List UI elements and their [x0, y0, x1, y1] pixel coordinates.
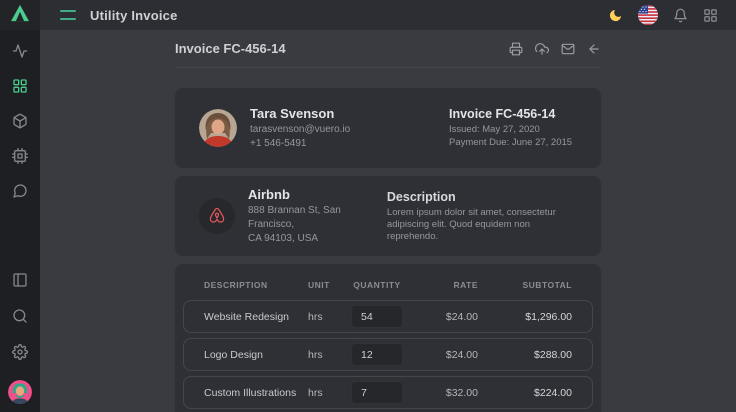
activity-icon[interactable]	[12, 43, 28, 59]
customer-email: tarasvenson@vuero.io	[250, 123, 350, 137]
customer-card: Tara Svenson tarasvenson@vuero.io +1 546…	[175, 88, 601, 168]
navbar-title: Utility Invoice	[90, 8, 178, 23]
mail-icon[interactable]	[561, 42, 575, 56]
invoice-number: Invoice FC-456-14	[449, 107, 577, 121]
col-description: DESCRIPTION	[204, 280, 298, 290]
company-info: Airbnb 888 Brannan St, San Francisco, CA…	[248, 187, 387, 246]
box-icon[interactable]	[12, 113, 28, 129]
col-subtotal: SUBTOTAL	[488, 280, 572, 290]
app-logo[interactable]	[0, 0, 40, 30]
vuero-logo-icon	[10, 4, 30, 27]
page-title: Invoice FC-456-14	[175, 41, 286, 56]
company-name: Airbnb	[248, 187, 387, 202]
customer-avatar	[199, 109, 237, 147]
navbar-actions	[608, 5, 718, 25]
back-arrow-icon[interactable]	[587, 42, 601, 56]
profile-avatar[interactable]	[8, 380, 32, 404]
company-address-1: 888 Brannan St, San Francisco,	[248, 204, 387, 232]
item-rate: $24.00	[416, 349, 478, 361]
col-quantity: QUANTITY	[348, 280, 406, 290]
cpu-icon[interactable]	[12, 148, 28, 164]
invoice-issued: Issued: May 27, 2020	[449, 123, 577, 136]
bell-icon[interactable]	[673, 8, 688, 23]
item-description: Logo Design	[204, 349, 298, 361]
company-card: Airbnb 888 Brannan St, San Francisco, CA…	[175, 176, 601, 256]
top-navbar: Utility Invoice	[40, 0, 736, 30]
col-unit: UNIT	[308, 280, 338, 290]
panel-icon[interactable]	[12, 272, 28, 288]
item-subtotal: $224.00	[488, 387, 572, 399]
customer-phone: +1 546-5491	[250, 137, 350, 151]
table-row: Website Redesign hrs $24.00 $1,296.00	[183, 300, 593, 333]
item-unit: hrs	[308, 349, 338, 361]
table-row: Custom Illustrations hrs $32.00 $224.00	[183, 376, 593, 409]
item-subtotal: $288.00	[488, 349, 572, 361]
customer-name: Tara Svenson	[250, 106, 350, 121]
us-flag-icon[interactable]	[638, 5, 658, 25]
invoice-due: Payment Due: June 27, 2015	[449, 136, 577, 149]
gear-icon[interactable]	[12, 344, 28, 360]
col-rate: RATE	[416, 280, 478, 290]
sidebar	[0, 0, 40, 412]
table-header-row: DESCRIPTION UNIT QUANTITY RATE SUBTOTAL	[183, 272, 593, 300]
company-address-2: CA 94103, USA	[248, 232, 387, 246]
content-column: Invoice FC-456-14	[175, 30, 601, 412]
item-rate: $32.00	[416, 387, 478, 399]
cloud-upload-icon[interactable]	[535, 42, 549, 56]
quantity-input[interactable]	[351, 381, 403, 404]
description-heading: Description	[387, 190, 577, 204]
item-subtotal: $1,296.00	[488, 311, 572, 323]
airbnb-logo-icon	[199, 198, 235, 234]
invoice-description: Description Lorem ipsum dolor sit amet, …	[387, 190, 577, 243]
quantity-input[interactable]	[351, 343, 403, 366]
description-body: Lorem ipsum dolor sit amet, consectetur …	[387, 207, 577, 243]
search-icon[interactable]	[12, 308, 28, 324]
invoice-meta: Invoice FC-456-14 Issued: May 27, 2020 P…	[449, 107, 577, 149]
item-unit: hrs	[308, 387, 338, 399]
item-unit: hrs	[308, 311, 338, 323]
printer-icon[interactable]	[509, 42, 523, 56]
invoice-toolbar	[509, 42, 601, 56]
apps-icon[interactable]	[703, 8, 718, 23]
item-rate: $24.00	[416, 311, 478, 323]
sidebar-nav	[12, 30, 28, 218]
moon-icon[interactable]	[608, 8, 623, 23]
menu-toggle-icon[interactable]	[60, 10, 76, 20]
chat-icon[interactable]	[12, 183, 28, 199]
table-row: Logo Design hrs $24.00 $288.00	[183, 338, 593, 371]
quantity-input[interactable]	[351, 305, 403, 328]
customer-info: Tara Svenson tarasvenson@vuero.io +1 546…	[250, 106, 350, 151]
item-description: Custom Illustrations	[204, 387, 298, 399]
item-description: Website Redesign	[204, 311, 298, 323]
page-header: Invoice FC-456-14	[175, 30, 601, 68]
sidebar-bottom	[8, 272, 32, 412]
main-area: Invoice FC-456-14	[40, 30, 736, 412]
grid-icon[interactable]	[12, 78, 28, 94]
line-items-card: DESCRIPTION UNIT QUANTITY RATE SUBTOTAL …	[175, 264, 601, 412]
